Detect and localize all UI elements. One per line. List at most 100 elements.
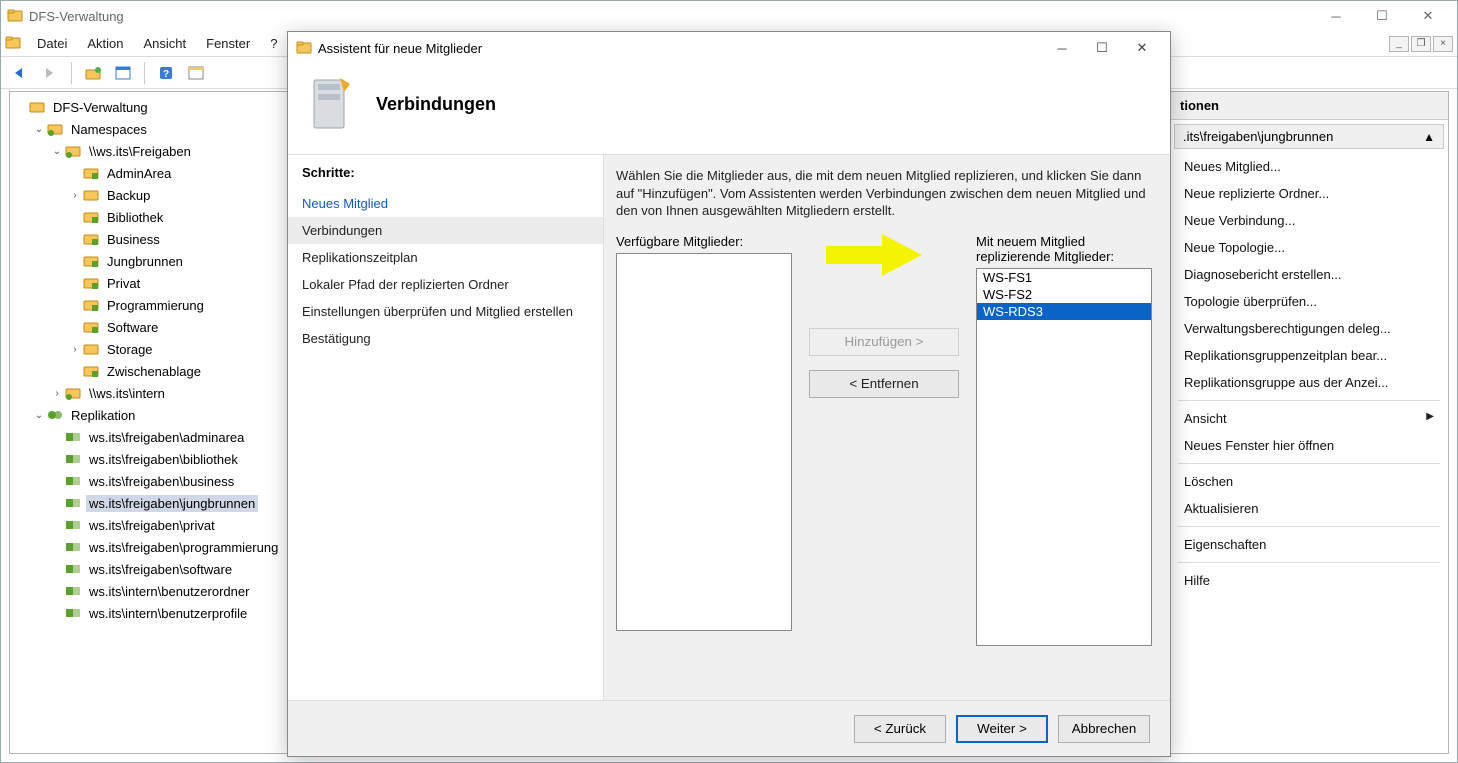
menu-file[interactable]: Datei (27, 33, 77, 54)
tree-repl-bibliothek[interactable]: ws.its\freigaben\bibliothek (48, 448, 286, 470)
action-separator (1178, 463, 1440, 464)
tree-replication[interactable]: ⌄ Replikation (30, 404, 286, 426)
tree-item-zwischenablage[interactable]: Zwischenablage (66, 360, 286, 382)
back-button[interactable]: < Zurück (854, 715, 946, 743)
cancel-button[interactable]: Abbrechen (1058, 715, 1150, 743)
action-separator (1178, 526, 1440, 527)
action-delegate-permissions[interactable]: Verwaltungsberechtigungen deleg... (1170, 315, 1448, 342)
action-new-topology[interactable]: Neue Topologie... (1170, 234, 1448, 261)
tree-repl-software[interactable]: ws.its\freigaben\software (48, 558, 286, 580)
tree-item-jungbrunnen[interactable]: Jungbrunnen (66, 250, 286, 272)
wizard-minimize-button[interactable]: ─ (1042, 32, 1082, 64)
wizard-close-button[interactable]: ✕ (1122, 32, 1162, 64)
actions-header: tionen (1170, 92, 1448, 120)
toolbar-newfolder-button[interactable] (80, 60, 106, 86)
share-icon (82, 209, 100, 225)
action-delete[interactable]: Löschen (1170, 468, 1448, 495)
replication-icon (46, 407, 64, 423)
main-minimize-button[interactable]: ─ (1313, 1, 1359, 31)
namespace-icon (64, 143, 82, 159)
toolbar-help-button[interactable]: ? (153, 60, 179, 86)
menu-action[interactable]: Aktion (77, 33, 133, 54)
replgroup-icon (64, 429, 82, 445)
main-close-button[interactable]: ✕ (1405, 1, 1451, 31)
action-verify-topology[interactable]: Topologie überprüfen... (1170, 288, 1448, 315)
replgroup-icon (64, 495, 82, 511)
action-properties[interactable]: Eigenschaften (1170, 531, 1448, 558)
menu-view[interactable]: Ansicht (134, 33, 197, 54)
action-new-member[interactable]: Neues Mitglied... (1170, 153, 1448, 180)
menu-window[interactable]: Fenster (196, 33, 260, 54)
action-remove-from-view[interactable]: Replikationsgruppe aus der Anzei... (1170, 369, 1448, 396)
tree-ns-freigaben[interactable]: ⌄ \\ws.its\Freigaben (48, 140, 286, 162)
toolbar-properties-button[interactable] (110, 60, 136, 86)
available-members-label: Verfügbare Mitglieder: (616, 234, 792, 249)
actions-pane: tionen .its\freigaben\jungbrunnen ▲ Neue… (1169, 91, 1449, 754)
tree-repl-business[interactable]: ws.its\freigaben\business (48, 470, 286, 492)
available-members-listbox[interactable] (616, 253, 792, 631)
action-diagnostic-report[interactable]: Diagnosebericht erstellen... (1170, 261, 1448, 288)
svg-text:?: ? (163, 69, 169, 80)
share-icon (82, 363, 100, 379)
step-connections[interactable]: Verbindungen (288, 217, 603, 244)
wizard-footer: < Zurück Weiter > Abbrechen (288, 700, 1170, 756)
share-icon (82, 253, 100, 269)
tree-ns-intern[interactable]: ›\\ws.its\intern (48, 382, 286, 404)
toolbar-console-button[interactable] (183, 60, 209, 86)
step-confirmation: Bestätigung (302, 325, 589, 352)
tree-item-programmierung[interactable]: Programmierung (66, 294, 286, 316)
tree-repl-benutzerprofile[interactable]: ws.its\intern\benutzerprofile (48, 602, 286, 624)
tree-item-backup[interactable]: ›Backup (66, 184, 286, 206)
replgroup-icon (64, 583, 82, 599)
wizard-window: Assistent für neue Mitglieder ─ ☐ ✕ Verb… (287, 31, 1171, 757)
wizard-main-pane: Wählen Sie die Mitglieder aus, die mit d… (604, 155, 1170, 700)
namespace-icon (46, 121, 64, 137)
action-help[interactable]: Hilfe (1170, 567, 1448, 594)
actions-group-title[interactable]: .its\freigaben\jungbrunnen ▲ (1174, 124, 1444, 149)
next-button[interactable]: Weiter > (956, 715, 1048, 743)
member-item-wsfs2[interactable]: WS-FS2 (977, 286, 1151, 303)
tree-root[interactable]: DFS-Verwaltung (12, 96, 286, 118)
wizard-titlebar[interactable]: Assistent für neue Mitglieder ─ ☐ ✕ (288, 32, 1170, 64)
tree-pane[interactable]: DFS-Verwaltung ⌄ Namespaces (9, 91, 289, 754)
mdi-minimize-button[interactable]: _ (1389, 36, 1409, 52)
tree-item-bibliothek[interactable]: Bibliothek (66, 206, 286, 228)
action-view[interactable]: Ansicht (1170, 405, 1448, 432)
wizard-header: Verbindungen (288, 64, 1170, 154)
tree-item-business[interactable]: Business (66, 228, 286, 250)
menu-help[interactable]: ? (260, 33, 287, 54)
tree-namespaces[interactable]: ⌄ Namespaces (30, 118, 286, 140)
action-new-window[interactable]: Neues Fenster hier öffnen (1170, 432, 1448, 459)
tree-item-adminarea[interactable]: AdminArea (66, 162, 286, 184)
tree-repl-privat[interactable]: ws.its\freigaben\privat (48, 514, 286, 536)
action-new-replicated-folders[interactable]: Neue replizierte Ordner... (1170, 180, 1448, 207)
wizard-instruction: Wählen Sie die Mitglieder aus, die mit d… (616, 167, 1152, 220)
main-maximize-button[interactable]: ☐ (1359, 1, 1405, 31)
mdi-restore-button[interactable]: ❐ (1411, 36, 1431, 52)
action-new-connection[interactable]: Neue Verbindung... (1170, 207, 1448, 234)
member-item-wsrds3[interactable]: WS-RDS3 (977, 303, 1151, 320)
nav-back-button[interactable] (7, 60, 33, 86)
action-edit-schedule[interactable]: Replikationsgruppenzeitplan bear... (1170, 342, 1448, 369)
tree-item-software[interactable]: Software (66, 316, 286, 338)
step-schedule: Replikationszeitplan (302, 244, 589, 271)
step-local-path: Lokaler Pfad der replizierten Ordner (302, 271, 589, 298)
mdi-close-button[interactable]: × (1433, 36, 1453, 52)
tree-repl-programmierung[interactable]: ws.its\freigaben\programmierung (48, 536, 286, 558)
replgroup-icon (64, 517, 82, 533)
tree-repl-benutzerordner[interactable]: ws.its\intern\benutzerordner (48, 580, 286, 602)
share-icon (82, 165, 100, 181)
nav-forward-button[interactable] (37, 60, 63, 86)
tree-item-privat[interactable]: Privat (66, 272, 286, 294)
member-item-wsfs1[interactable]: WS-FS1 (977, 269, 1151, 286)
share-icon (82, 231, 100, 247)
step-new-member[interactable]: Neues Mitglied (302, 190, 589, 217)
wizard-steps-pane: Schritte: Neues Mitglied Verbindungen Re… (288, 155, 604, 700)
tree-item-storage[interactable]: ›Storage (66, 338, 286, 360)
replicating-members-listbox[interactable]: WS-FS1 WS-FS2 WS-RDS3 (976, 268, 1152, 646)
tree-repl-jungbrunnen[interactable]: ws.its\freigaben\jungbrunnen (48, 492, 286, 514)
tree-repl-adminarea[interactable]: ws.its\freigaben\adminarea (48, 426, 286, 448)
wizard-maximize-button[interactable]: ☐ (1082, 32, 1122, 64)
action-refresh[interactable]: Aktualisieren (1170, 495, 1448, 522)
remove-button[interactable]: < Entfernen (809, 370, 959, 398)
